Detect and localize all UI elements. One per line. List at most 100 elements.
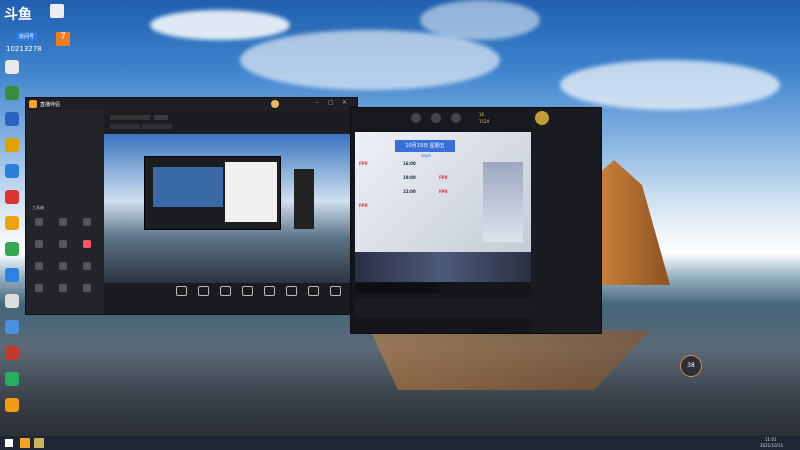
app-logo-icon [29,100,37,108]
control-button[interactable] [238,286,256,298]
avatar[interactable] [271,100,279,108]
overlay-room-number: 10213278 [6,45,42,53]
cloud [150,10,290,40]
app-icon [5,60,19,74]
control-icon [285,286,297,296]
cloud [560,60,780,110]
scene-tab[interactable] [110,115,150,120]
tool-button[interactable] [78,282,96,304]
game-client-window[interactable]: 16 1524 10月15日 星期五 day6 FPX 16:00 19:00 FPX… [350,107,602,334]
tool-icon [35,218,43,226]
control-button[interactable] [326,286,344,298]
nested-side-panel [294,169,314,229]
esports-banner[interactable]: 10月15日 星期五 day6 FPX 16:00 19:00 FPX 22:00 FPX… [355,132,531,252]
tool-button[interactable] [30,216,48,238]
match-time: 22:00 [403,189,416,194]
match-row[interactable]: FPX 16:00 [359,160,469,169]
profile-icon[interactable] [411,113,421,123]
desktop-shortcut[interactable] [0,372,24,400]
live-app-window[interactable]: 直播伴侣 – ▢ ✕ 工具箱 [25,97,358,315]
source-chip[interactable] [110,124,140,129]
desktop-shortcut[interactable] [0,216,24,244]
tool-button[interactable] [78,216,96,238]
tool-button[interactable] [54,282,72,304]
control-button[interactable] [216,286,234,298]
friends-panel [531,108,601,333]
desktop-shortcut[interactable] [0,320,24,348]
app-icon [5,398,19,412]
control-icon [329,286,341,296]
rock-reflection [370,330,650,390]
tool-button[interactable] [54,238,72,260]
desktop-shortcut[interactable] [0,346,24,374]
desktop-shortcut[interactable] [0,164,24,192]
tool-button[interactable] [30,282,48,304]
live-controls-bar [104,283,357,314]
app-icon [5,216,19,230]
maximize-icon[interactable]: ▢ [328,99,334,106]
tool-icon [83,218,91,226]
app-icon [5,346,19,360]
recycle-bin-icon[interactable] [50,4,64,18]
match-row[interactable]: FPX [359,202,469,211]
app-icon [5,190,19,204]
scene-tab[interactable] [154,115,168,120]
match-list: FPX 16:00 19:00 FPX 22:00 FPX FPX [359,160,479,220]
minimize-icon[interactable]: – [316,99,319,106]
sea-rock [600,160,670,285]
tool-button[interactable] [78,260,96,282]
taskbar-app-icon[interactable] [20,438,30,448]
floating-ball[interactable]: 38 [680,355,702,377]
tool-icon [35,284,43,292]
app-icon [5,242,19,256]
tool-button[interactable] [54,260,72,282]
app-icon [5,86,19,100]
desktop-shortcut[interactable] [0,112,24,140]
taskbar-date: 2021/10/15 [760,443,784,448]
live-titlebar[interactable]: 直播伴侣 – ▢ ✕ [26,98,357,110]
control-button[interactable] [304,286,322,298]
control-button[interactable] [194,286,212,298]
tool-button[interactable] [54,216,72,238]
avatar[interactable] [535,111,549,125]
control-button[interactable] [282,286,300,298]
control-button[interactable] [260,286,278,298]
shop-icon[interactable] [431,113,441,123]
source-chip[interactable] [142,124,172,129]
desktop-shortcut[interactable] [0,268,24,296]
tool-icon [35,262,43,270]
control-icon [175,286,187,296]
tool-button[interactable] [30,260,48,282]
skin-banner[interactable] [355,252,531,282]
close-icon[interactable]: ✕ [342,99,347,106]
control-icon [219,286,231,296]
start-icon[interactable] [5,439,13,447]
team-name: FPX [359,161,368,166]
control-button[interactable] [172,286,190,298]
tool-button[interactable] [30,238,48,260]
overlay-badge: 7 [56,32,70,46]
desktop-shortcut[interactable] [0,138,24,166]
match-row[interactable]: 19:00 FPX [359,174,469,183]
app-icon [5,320,19,334]
desktop-shortcut[interactable] [0,190,24,218]
team-name: FPX [439,175,448,180]
desktop-shortcut[interactable] [0,86,24,114]
match-row[interactable]: 22:00 FPX [359,188,469,197]
taskbar-app-icon[interactable] [34,438,44,448]
news-list [355,298,531,318]
desktop-shortcut[interactable] [0,398,24,426]
store-icon[interactable] [451,113,461,123]
tool-button[interactable] [78,238,96,260]
nested-preview [153,167,223,207]
app-icon [5,164,19,178]
desktop-shortcut[interactable] [0,242,24,270]
cloud [420,0,540,40]
control-icon [307,286,319,296]
nested-panel [225,162,277,222]
tool-icon [83,262,91,270]
desktop-shortcut[interactable] [0,294,24,322]
desktop-shortcut[interactable] [0,60,24,88]
news-bar[interactable] [355,283,439,293]
banner-day: day6 [421,153,431,158]
